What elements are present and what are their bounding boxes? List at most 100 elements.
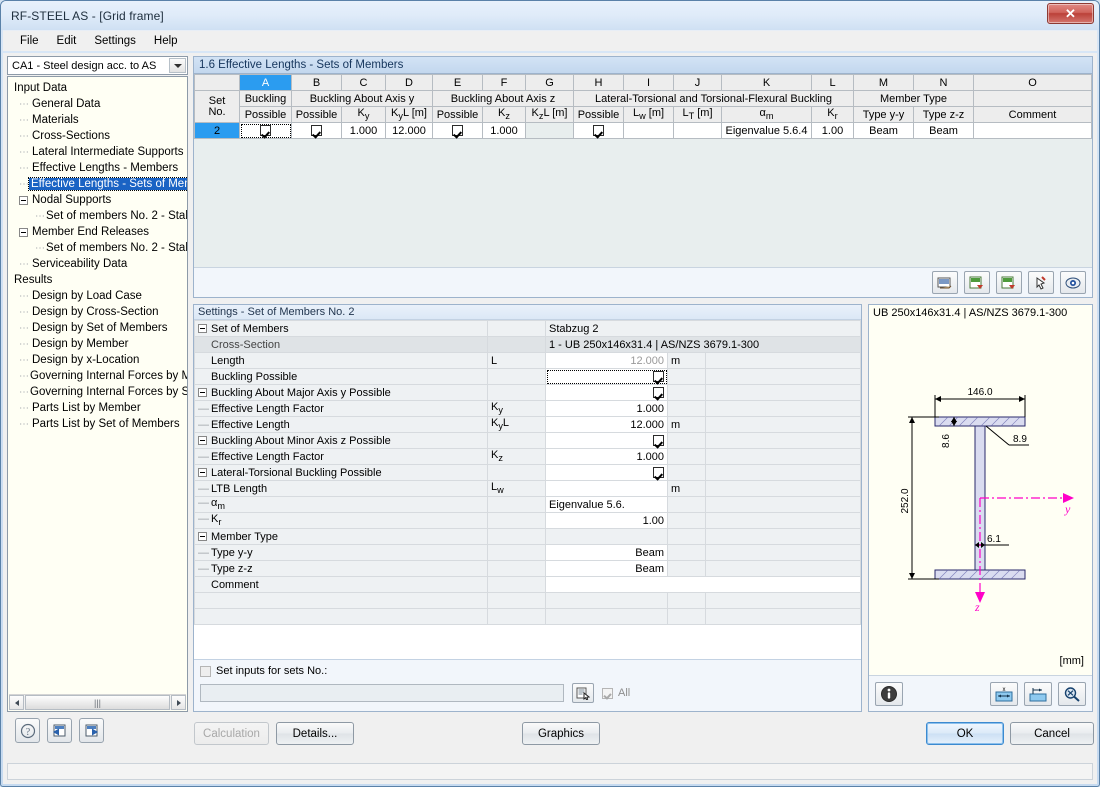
settings-row[interactable]: Comment (194, 576, 861, 593)
column-header-B[interactable]: B (291, 74, 342, 91)
details-button[interactable]: Details... (276, 722, 354, 745)
tree-item-design-by-cross-section[interactable]: ⋯ Design by Cross-Section (11, 304, 187, 320)
column-header-C[interactable]: C (341, 74, 386, 91)
cell-kr[interactable]: 1.00 (811, 122, 854, 139)
checkbox-icon[interactable] (653, 435, 664, 447)
scroll-right-button[interactable] (171, 695, 186, 710)
settings-row[interactable]: Buckling Possible (194, 368, 861, 385)
settings-value-cell[interactable]: Beam (545, 544, 668, 561)
column-header-A[interactable]: A (239, 74, 292, 91)
tree-item-results[interactable]: Results (11, 272, 187, 288)
settings-row[interactable]: Lateral-Torsional Buckling Possible (194, 464, 861, 481)
tree-item-serviceability-data[interactable]: ⋯ Serviceability Data (11, 256, 187, 272)
column-header-O[interactable]: O (973, 74, 1092, 91)
tree-item-member-end-releases[interactable]: Member End Releases (11, 224, 187, 240)
navigation-tree[interactable]: Input Data ⋯ General Data ⋯ Materials ⋯ Cross-… (7, 76, 188, 712)
tree-item-design-by-x-location[interactable]: ⋯ Design by x-Location (11, 352, 187, 368)
menu-edit[interactable]: Edit (48, 33, 86, 49)
design-case-combo[interactable]: CA1 - Steel design acc. to AS (7, 56, 188, 75)
expander-icon[interactable] (198, 532, 207, 542)
settings-row[interactable]: Member Type (194, 528, 861, 545)
cell-comment[interactable] (973, 122, 1092, 139)
tree-expander-icon[interactable] (19, 195, 28, 205)
settings-row[interactable]: Cross-Section 1 - UB 250x146x31.4 | AS/NZ… (194, 336, 861, 353)
table-row[interactable]: 2 1.000 12.000 1.000 Eigenvalue 5.6.4 1.00 Bea… (194, 122, 1092, 139)
column-header-M[interactable]: M (853, 74, 914, 91)
export-excel-up-icon[interactable] (964, 271, 990, 294)
settings-checkbox-cell[interactable] (545, 432, 668, 449)
expander-icon[interactable] (198, 388, 207, 398)
prev-page-icon[interactable] (47, 718, 72, 743)
graphics-button[interactable]: Graphics (522, 722, 600, 745)
scroll-thumb[interactable]: ||| (25, 695, 170, 710)
help-icon[interactable]: ? (15, 718, 40, 743)
column-header-K[interactable]: K (721, 74, 812, 91)
settings-comment-input[interactable] (545, 576, 861, 593)
column-header-G[interactable]: G (525, 74, 574, 91)
menu-help[interactable]: Help (145, 33, 187, 49)
settings-checkbox-cell[interactable] (545, 464, 668, 481)
tree-item-set-of-members-no-2-stab[interactable]: ⋯ Set of members No. 2 - Stab (11, 240, 187, 256)
settings-checkbox-cell[interactable] (545, 368, 668, 385)
settings-row[interactable] (194, 608, 861, 625)
settings-row[interactable] (194, 592, 861, 609)
pick-icon[interactable] (1028, 271, 1054, 294)
settings-row[interactable]: — LTB Length Lw m (194, 480, 861, 497)
ok-button[interactable]: OK (926, 722, 1004, 745)
column-header-E[interactable]: E (432, 74, 483, 91)
column-header-L[interactable]: L (811, 74, 854, 91)
settings-row[interactable]: — Type z-z Beam (194, 560, 861, 577)
tree-item-set-of-members-no-2-stab[interactable]: ⋯ Set of members No. 2 - Stab (11, 208, 187, 224)
expander-icon[interactable] (198, 468, 207, 478)
checkbox-icon[interactable] (653, 467, 664, 479)
view-eye-icon[interactable] (1060, 271, 1086, 294)
column-header-H[interactable]: H (573, 74, 624, 91)
settings-checkbox-cell[interactable] (545, 384, 668, 401)
settings-row[interactable]: Set of Members Stabzug 2 (194, 320, 861, 337)
cell-y-possible[interactable] (291, 122, 342, 139)
tree-item-cross-sections[interactable]: ⋯ Cross-Sections (11, 128, 187, 144)
grid-body[interactable]: 2 1.000 12.000 1.000 Eigenvalue 5.6.4 1.00 Bea… (194, 122, 1092, 139)
settings-row[interactable]: — Type y-y Beam (194, 544, 861, 561)
settings-row[interactable]: — Effective Length Factor Kz 1.000 (194, 448, 861, 465)
settings-row[interactable]: — Kr 1.00 (194, 512, 861, 529)
cell-kz[interactable]: 1.000 (482, 122, 526, 139)
expander-icon[interactable] (198, 324, 207, 334)
tree-item-materials[interactable]: ⋯ Materials (11, 112, 187, 128)
effective-lengths-table[interactable]: ABCDEFGHIJKLMNO Set No. Buckling Buckling A… (193, 73, 1093, 298)
dimension-x-icon[interactable]: x (990, 681, 1018, 706)
cancel-button[interactable]: Cancel (1010, 722, 1094, 745)
tree-item-design-by-member[interactable]: ⋯ Design by Member (11, 336, 187, 352)
column-header-I[interactable]: I (623, 74, 674, 91)
tree-item-effective-lengths-sets-of-mem[interactable]: ⋯ Effective Lengths - Sets of Mem (11, 176, 187, 192)
settings-value-cell[interactable]: 1.000 (545, 400, 668, 417)
all-checkbox-row[interactable]: All (602, 687, 630, 699)
tree-item-nodal-supports[interactable]: Nodal Supports (11, 192, 187, 208)
scroll-left-button[interactable] (9, 695, 24, 710)
cell-ky[interactable]: 1.000 (341, 122, 386, 139)
print-preview-icon[interactable] (932, 271, 958, 294)
cell-type-yy[interactable]: Beam (853, 122, 914, 139)
set-inputs-checkbox-row[interactable]: Set inputs for sets No.: (200, 665, 855, 677)
cell-z-possible[interactable] (432, 122, 483, 139)
grid-empty-area[interactable] (194, 139, 1092, 279)
settings-row[interactable]: — αm Eigenvalue 5.6. (194, 496, 861, 513)
chevron-down-icon[interactable] (169, 58, 186, 73)
menu-settings[interactable]: Settings (85, 33, 145, 49)
tree-expander-icon[interactable] (19, 227, 28, 237)
expander-icon[interactable] (198, 436, 207, 446)
settings-value-cell[interactable]: Beam (545, 560, 668, 577)
settings-value-cell[interactable] (545, 480, 668, 497)
tree-item-parts-list-by-set-of-members[interactable]: ⋯ Parts List by Set of Members (11, 416, 187, 432)
checkbox-icon[interactable] (311, 125, 322, 137)
select-sets-icon[interactable] (572, 683, 594, 703)
checkbox-icon[interactable] (653, 387, 664, 399)
cell-kzl[interactable] (525, 122, 574, 139)
column-header-F[interactable]: F (482, 74, 526, 91)
settings-rows[interactable]: Set of Members Stabzug 2 Cross-Section 1 - … (194, 320, 861, 625)
tree-item-governing-internal-forces-by-s[interactable]: ⋯ Governing Internal Forces by S (11, 384, 187, 400)
all-checkbox[interactable] (602, 687, 613, 699)
tree-item-design-by-load-case[interactable]: ⋯ Design by Load Case (11, 288, 187, 304)
tree-item-parts-list-by-member[interactable]: ⋯ Parts List by Member (11, 400, 187, 416)
settings-row[interactable]: — Effective Length Factor Ky 1.000 (194, 400, 861, 417)
